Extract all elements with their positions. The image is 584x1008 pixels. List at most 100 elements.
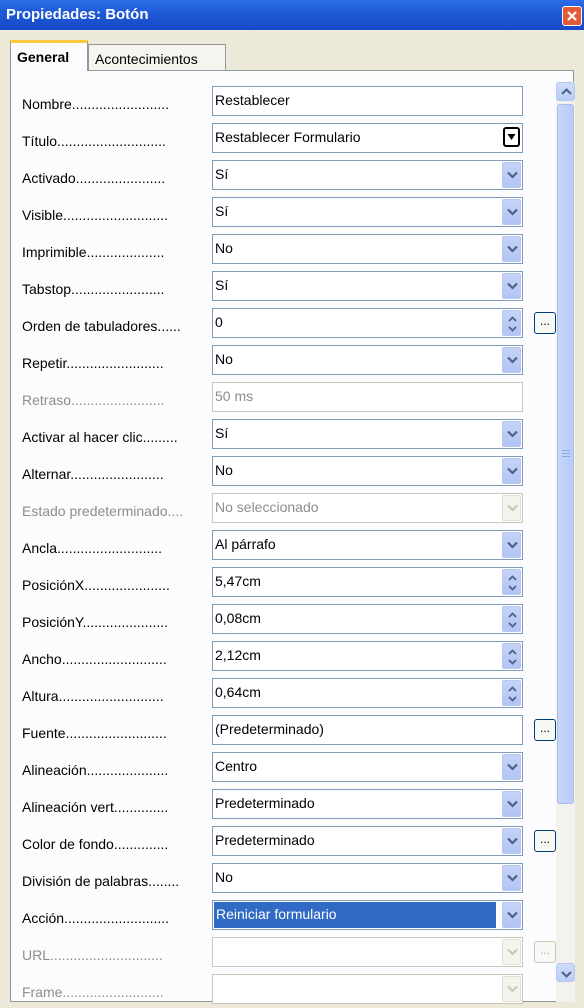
color-de-fondo-dropdown-button[interactable] — [502, 828, 521, 854]
titulo-select[interactable]: Restablecer Formulario — [212, 123, 523, 153]
estado-predeterminado-select: No seleccionado — [212, 493, 523, 523]
tab-general-label: General — [17, 49, 70, 65]
tab-acontecimientos-label: Acontecimientos — [95, 51, 198, 67]
alternar-select[interactable]: No — [212, 456, 523, 486]
nombre-field[interactable]: Restablecer — [212, 86, 523, 116]
altura-spin-buttons[interactable] — [502, 680, 521, 706]
property-label-posicionx: PosiciónX...................... — [22, 577, 170, 593]
spin-arrows-icon — [508, 649, 517, 665]
fuente-field[interactable]: (Predeterminado) — [212, 715, 523, 745]
imprimible-select[interactable]: No — [212, 234, 523, 264]
scroll-thumb[interactable] — [557, 104, 574, 804]
property-label-frame: Frame.......................... — [22, 984, 164, 1000]
alineacion-vert-dropdown-button[interactable] — [502, 791, 521, 817]
chevron-down-icon — [507, 430, 518, 438]
property-label-ancla: Ancla........................... — [22, 540, 163, 556]
property-label-imprimible: Imprimible.................... — [22, 244, 165, 260]
property-label-accion: Acción........................... — [22, 910, 170, 926]
division-de-palabras-select[interactable]: No — [212, 863, 523, 893]
ancla-dropdown-button[interactable] — [502, 532, 521, 558]
orden-de-tabuladores-spin-buttons[interactable] — [502, 310, 521, 336]
ancho-stepper[interactable]: 2,12cm — [212, 641, 523, 671]
chevron-down-icon — [507, 763, 518, 771]
estado-predeterminado-value: No seleccionado — [215, 499, 319, 515]
tabstop-dropdown-button[interactable] — [502, 273, 521, 299]
altura-value: 0,64cm — [215, 684, 261, 700]
scroll-down-button[interactable] — [556, 963, 575, 982]
ancla-select[interactable]: Al párrafo — [212, 530, 523, 560]
property-label-posiciony: PosiciónY...................... — [22, 614, 169, 630]
alineacion-select[interactable]: Centro — [212, 752, 523, 782]
tabstop-value: Sí — [215, 277, 229, 293]
chevron-down-icon — [507, 874, 518, 882]
window-title: Propiedades: Botón — [6, 6, 149, 23]
retraso-value: 50 ms — [215, 388, 254, 404]
division-de-palabras-value: No — [215, 869, 233, 885]
color-de-fondo-value: Predeterminado — [215, 832, 315, 848]
activar-al-hacer-clic-dropdown-button[interactable] — [502, 421, 521, 447]
fuente-value: (Predeterminado) — [215, 721, 324, 737]
property-label-fuente: Fuente.......................... — [22, 725, 167, 741]
orden-de-tabuladores-stepper[interactable]: 0 — [212, 308, 523, 338]
property-label-estado-predeterminado: Estado predeterminado.... — [22, 503, 184, 519]
color-de-fondo-more-button[interactable]: ... — [534, 830, 556, 852]
property-label-alineacion-vert: Alineación vert.............. — [22, 799, 169, 815]
posicionx-spin-buttons[interactable] — [502, 569, 521, 595]
chevron-down-icon — [507, 356, 518, 364]
repetir-value: No — [215, 351, 233, 367]
arrow-up-icon — [561, 88, 572, 95]
property-label-alineacion: Alineación..................... — [22, 762, 169, 778]
properties-dialog: Propiedades: Botón General Acontecimient… — [0, 0, 584, 1004]
color-de-fondo-select[interactable]: Predeterminado — [212, 826, 523, 856]
title-bar: Propiedades: Botón — [0, 0, 584, 30]
titulo-dropdown-button[interactable] — [503, 127, 520, 147]
altura-stepper[interactable]: 0,64cm — [212, 678, 523, 708]
property-label-repetir: Repetir......................... — [22, 355, 164, 371]
visible-select[interactable]: Sí — [212, 197, 523, 227]
alineacion-vert-select[interactable]: Predeterminado — [212, 789, 523, 819]
scroll-up-button[interactable] — [556, 82, 575, 101]
chevron-down-icon — [507, 800, 518, 808]
imprimible-dropdown-button[interactable] — [502, 236, 521, 262]
property-label-url: URL............................. — [22, 947, 163, 963]
property-label-titulo: Título............................ — [22, 133, 166, 149]
property-label-alternar: Alternar........................ — [22, 466, 164, 482]
posicionx-stepper[interactable]: 5,47cm — [212, 567, 523, 597]
property-label-color-de-fondo: Color de fondo.............. — [22, 836, 169, 852]
tab-acontecimientos[interactable]: Acontecimientos — [88, 44, 226, 70]
grip-icon — [562, 450, 570, 458]
posiciony-spin-buttons[interactable] — [502, 606, 521, 632]
ancho-spin-buttons[interactable] — [502, 643, 521, 669]
retraso-field: 50 ms — [212, 382, 523, 412]
alternar-dropdown-button[interactable] — [502, 458, 521, 484]
posiciony-stepper[interactable]: 0,08cm — [212, 604, 523, 634]
chevron-down-icon — [507, 985, 518, 993]
visible-dropdown-button[interactable] — [502, 199, 521, 225]
property-label-ancho: Ancho........................... — [22, 651, 167, 667]
vertical-scrollbar[interactable] — [556, 82, 575, 1002]
activado-dropdown-button[interactable] — [502, 162, 521, 188]
alineacion-dropdown-button[interactable] — [502, 754, 521, 780]
division-de-palabras-dropdown-button[interactable] — [502, 865, 521, 891]
chevron-down-icon — [507, 282, 518, 290]
tabstop-select[interactable]: Sí — [212, 271, 523, 301]
repetir-select[interactable]: No — [212, 345, 523, 375]
activado-select[interactable]: Sí — [212, 160, 523, 190]
nombre-value: Restablecer — [215, 92, 290, 108]
tab-general[interactable]: General — [10, 40, 88, 71]
activar-al-hacer-clic-select[interactable]: Sí — [212, 419, 523, 449]
fuente-more-button[interactable]: ... — [534, 719, 556, 741]
visible-value: Sí — [215, 203, 229, 219]
chevron-down-icon — [507, 948, 518, 956]
alineacion-vert-value: Predeterminado — [215, 795, 315, 811]
close-button[interactable] — [562, 6, 582, 26]
orden-de-tabuladores-more-button[interactable]: ... — [534, 312, 556, 334]
chevron-down-icon — [507, 134, 516, 140]
frame-dropdown-button — [502, 976, 521, 1002]
property-label-altura: Altura........................... — [22, 688, 164, 704]
chevron-down-icon — [507, 911, 518, 919]
accion-select[interactable]: Reiniciar formulario — [212, 900, 523, 930]
accion-dropdown-button[interactable] — [502, 902, 521, 928]
imprimible-value: No — [215, 240, 233, 256]
repetir-dropdown-button[interactable] — [502, 347, 521, 373]
